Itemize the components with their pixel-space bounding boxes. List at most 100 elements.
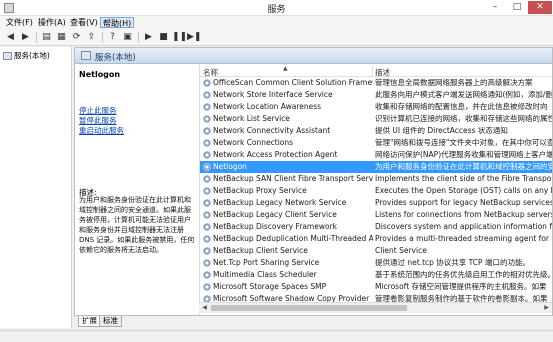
scrollbar-thumb[interactable] xyxy=(211,305,407,311)
service-name-cell: NetBackup Legacy Client Service xyxy=(213,210,337,219)
menu-help[interactable]: 帮助(H) xyxy=(100,17,135,28)
table-row[interactable]: NetBackup Legacy Client Service Listens f… xyxy=(200,209,552,221)
service-description-cell: 基于系统范围内的任务优先级启用工作的相对优先级。 xyxy=(375,270,552,279)
console-tree-icon[interactable]: ▤ xyxy=(40,31,53,44)
service-description-cell: 提供 UI 组件的 DirectAccess 状态通知 xyxy=(375,126,508,135)
service-gear-icon xyxy=(203,139,211,147)
service-gear-icon xyxy=(203,187,211,195)
minimize-button[interactable]: – xyxy=(484,1,506,14)
service-description-cell: 识别计算机已连接的网络，收集和存储这些网络的属性 xyxy=(375,114,552,123)
service-name-cell: NetBackup Client Service xyxy=(213,246,308,255)
service-gear-icon xyxy=(203,103,211,111)
service-description-cell: 为用户和服务身份验证在此计算机和域控制器之间的安 xyxy=(375,162,552,171)
table-row[interactable]: OfficeScan Common Client Solution Framew… xyxy=(200,77,552,89)
service-gear-icon xyxy=(203,235,211,243)
restart-service-icon[interactable]: ▶❚ xyxy=(187,31,201,44)
tab-extended[interactable]: 扩展 xyxy=(78,316,101,327)
service-name-cell: Network Access Protection Agent xyxy=(213,150,338,159)
console-tree: 服务(本地) xyxy=(0,47,72,328)
table-row[interactable]: NetBackup Client Service Client Service xyxy=(200,245,552,257)
view-icon[interactable]: ▣ xyxy=(121,31,134,44)
start-service-icon[interactable]: ▶ xyxy=(142,31,155,44)
toolbar: ◀ ▶ ▤ ▦ ⟳ ⇪? ▣ ▶ ■ ❚❚ ▶❚ xyxy=(0,29,553,46)
service-gear-icon xyxy=(203,175,211,183)
service-description-cell: 提供通过 net.tcp 协议共享 TCP 端口的功能。 xyxy=(375,258,530,267)
table-row[interactable]: Network Access Protection Agent 网络访问保护(NA… xyxy=(200,149,552,161)
table-row[interactable]: Net.Tcp Port Sharing Service 提供通过 net.tcp… xyxy=(200,257,552,269)
view-tabs: 扩展 标准 xyxy=(74,316,553,328)
service-description-cell: Executes the Open Storage (OST) calls on… xyxy=(375,186,552,195)
service-rows: OfficeScan Common Client Solution Framew… xyxy=(200,77,552,305)
service-description-cell: Discovers system and application informa… xyxy=(375,222,552,231)
service-gear-icon xyxy=(203,271,211,279)
table-row[interactable]: NetBackup Discovery Framework Discovers s… xyxy=(200,221,552,233)
table-row[interactable]: NetBackup Proxy Service Executes the Open… xyxy=(200,185,552,197)
service-description-cell: Listens for connections from NetBackup s… xyxy=(375,210,552,219)
close-button[interactable]: ✕ xyxy=(528,1,552,14)
maximize-button[interactable]: □ xyxy=(506,1,528,14)
service-gear-icon xyxy=(203,151,211,159)
back-icon[interactable]: ◀ xyxy=(4,31,17,44)
pause-service-icon[interactable]: ❚❚ xyxy=(172,31,187,44)
table-row[interactable]: Network Connectivity Assistant 提供 UI 组件的 … xyxy=(200,125,552,137)
service-name-cell: Network Connectivity Assistant xyxy=(213,126,331,135)
table-row[interactable]: Network Location Awareness 收集和存储网络的配置信息，并… xyxy=(200,101,552,113)
menu-file[interactable]: 文件(F) xyxy=(4,17,35,28)
menu-action[interactable]: 操作(A) xyxy=(36,17,68,28)
tab-standard[interactable]: 标准 xyxy=(99,316,122,327)
toolbar-separator xyxy=(138,32,139,43)
status-bar xyxy=(0,330,553,342)
service-name-cell: NetBackup Proxy Service xyxy=(213,186,307,195)
service-gear-icon xyxy=(203,259,211,267)
scroll-right-icon[interactable]: ▶ xyxy=(541,303,552,313)
menu-view[interactable]: 查看(V) xyxy=(68,17,100,28)
help-icon[interactable]: ? xyxy=(106,31,119,44)
service-description-cell: 管理信息全局数据网络服务器上的高级解决方案 xyxy=(375,78,533,87)
service-gear-icon xyxy=(203,199,211,207)
service-description-cell: 网络访问保护(NAP)代理服务收集和管理网络上客户端 xyxy=(375,150,552,159)
service-name-cell: Multimedia Class Scheduler xyxy=(213,270,317,279)
toolbar-separator xyxy=(102,32,103,43)
column-divider[interactable] xyxy=(372,66,373,76)
table-row[interactable]: Network Connections 管理"网络和拨号连接"文件夹中对象，在其中… xyxy=(200,137,552,149)
service-description-cell: Client Service xyxy=(375,246,427,255)
service-gear-icon xyxy=(203,127,211,135)
refresh-icon[interactable]: ⟳ xyxy=(70,31,83,44)
tree-item-services-local[interactable]: 服务(本地) xyxy=(3,50,50,61)
column-header: 名称 ▲ 描述 xyxy=(200,65,552,77)
properties-icon[interactable]: ▦ xyxy=(55,31,68,44)
sort-ascending-icon: ▲ xyxy=(283,65,288,72)
table-row[interactable]: NetBackup Deduplication Multi-Threaded A… xyxy=(200,233,552,245)
panel-header: 服务(本地) xyxy=(75,48,552,64)
service-description-cell: Provides a multi-threaded streaming agen… xyxy=(375,234,552,243)
horizontal-scrollbar[interactable]: ◀ ▶ xyxy=(199,302,552,313)
service-gear-icon xyxy=(203,91,211,99)
table-row[interactable]: Microsoft Storage Spaces SMP Microsoft 存储… xyxy=(200,281,552,293)
table-row[interactable]: NetBackup SAN Client Fibre Transport Ser… xyxy=(200,173,552,185)
service-name-cell: NetBackup Deduplication Multi-Threaded A… xyxy=(213,234,373,243)
scroll-left-icon[interactable]: ◀ xyxy=(199,303,210,313)
service-gear-icon xyxy=(203,283,211,291)
service-gear-icon xyxy=(203,211,211,219)
table-row[interactable]: NetBackup Legacy Network Service Provides… xyxy=(200,197,552,209)
selected-service-name: Netlogon xyxy=(79,70,121,79)
stop-service-icon[interactable]: ■ xyxy=(157,31,170,44)
service-name-cell: Network Connections xyxy=(213,138,294,147)
table-row[interactable]: Network List Service 识别计算机已连接的网络，收集和存储这些网… xyxy=(200,113,552,125)
table-row[interactable]: Multimedia Class Scheduler 基于系统范围内的任务优先级启… xyxy=(200,269,552,281)
service-name-cell: Network List Service xyxy=(213,114,290,123)
restart-service-link[interactable]: 重启动此服务 xyxy=(79,125,124,136)
service-name-cell: Microsoft Storage Spaces SMP xyxy=(213,282,327,291)
service-description-cell: 管理"网络和拨号连接"文件夹中对象，在其中你可以查 xyxy=(375,138,552,147)
services-icon xyxy=(81,51,91,60)
forward-icon[interactable]: ▶ xyxy=(19,31,32,44)
service-name-cell: NetBackup Legacy Network Service xyxy=(213,198,347,207)
export-icon[interactable]: ⇪ xyxy=(85,31,98,44)
service-name-cell: OfficeScan Common Client Solution Framew… xyxy=(213,78,373,87)
service-name-cell: Net.Tcp Port Sharing Service xyxy=(213,258,320,267)
table-row[interactable]: Netlogon 为用户和服务身份验证在此计算机和域控制器之间的安 xyxy=(200,161,552,173)
tree-item-label: 服务(本地) xyxy=(14,51,50,60)
table-row[interactable]: Network Store Interface Service 此服务向用户模式客… xyxy=(200,89,552,101)
service-name-cell: Netlogon xyxy=(213,162,247,171)
service-description-cell: 收集和存储网络的配置信息，并在此信息被修改时向 xyxy=(375,102,548,111)
